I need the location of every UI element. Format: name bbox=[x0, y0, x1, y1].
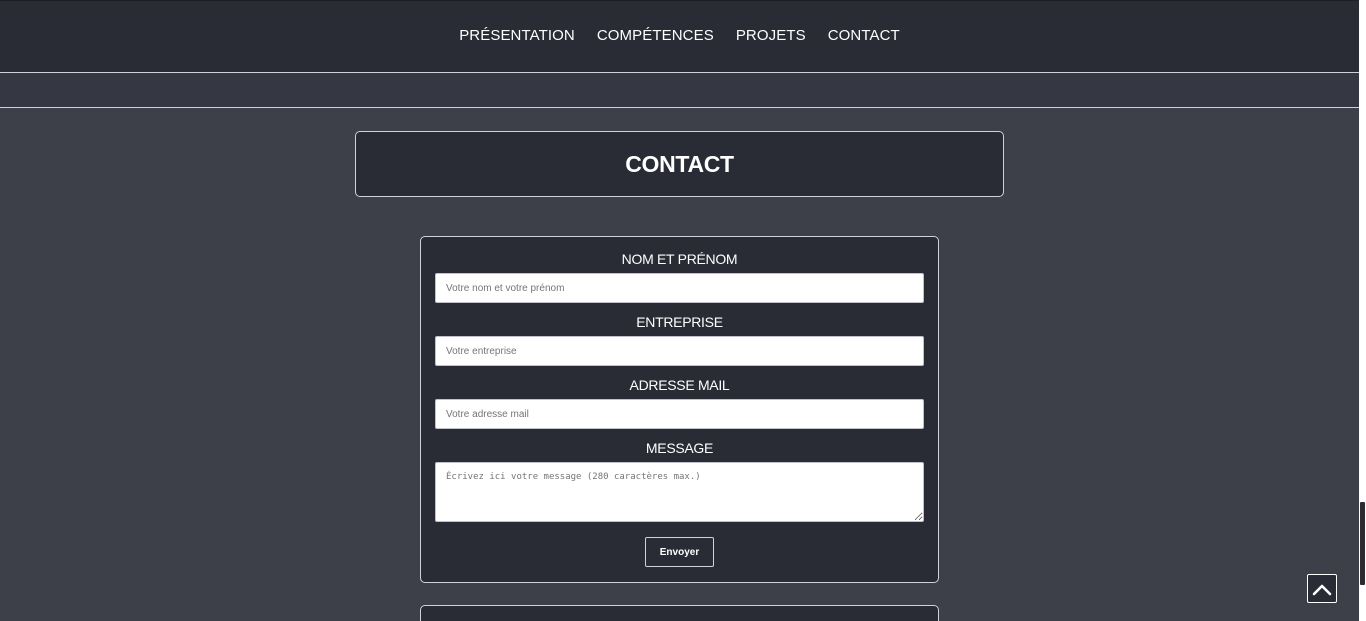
nav-menu: PRÉSENTATION COMPÉTENCES PROJETS CONTACT bbox=[0, 27, 1359, 44]
scroll-to-top-button[interactable] bbox=[1307, 574, 1337, 603]
company-input[interactable] bbox=[435, 336, 924, 366]
nav-link-projets[interactable]: PROJETS bbox=[725, 27, 817, 44]
name-label: NOM ET PRÉNOM bbox=[621, 251, 738, 267]
company-label: ENTREPRISE bbox=[636, 314, 723, 330]
message-textarea[interactable] bbox=[435, 462, 924, 522]
navbar: PRÉSENTATION COMPÉTENCES PROJETS CONTACT bbox=[0, 0, 1359, 73]
nav-link-contact[interactable]: CONTACT bbox=[817, 27, 911, 44]
email-label: ADRESSE MAIL bbox=[629, 377, 730, 393]
sub-header-bar bbox=[0, 73, 1359, 108]
contact-form: NOM ET PRÉNOM ENTREPRISE ADRESSE MAIL ME… bbox=[420, 236, 939, 583]
section-title: CONTACT bbox=[625, 150, 734, 177]
nav-link-competences[interactable]: COMPÉTENCES bbox=[586, 27, 725, 44]
send-button[interactable]: Envoyer bbox=[645, 537, 714, 567]
scrollbar-thumb[interactable] bbox=[1360, 502, 1365, 585]
section-title-box: CONTACT bbox=[355, 131, 1004, 197]
name-input[interactable] bbox=[435, 273, 924, 303]
chevron-up-icon bbox=[1312, 584, 1332, 595]
next-section-card bbox=[420, 605, 939, 621]
nav-link-presentation[interactable]: PRÉSENTATION bbox=[448, 27, 586, 44]
email-input[interactable] bbox=[435, 399, 924, 429]
page: PRÉSENTATION COMPÉTENCES PROJETS CONTACT… bbox=[0, 0, 1366, 621]
message-label: MESSAGE bbox=[645, 440, 714, 456]
